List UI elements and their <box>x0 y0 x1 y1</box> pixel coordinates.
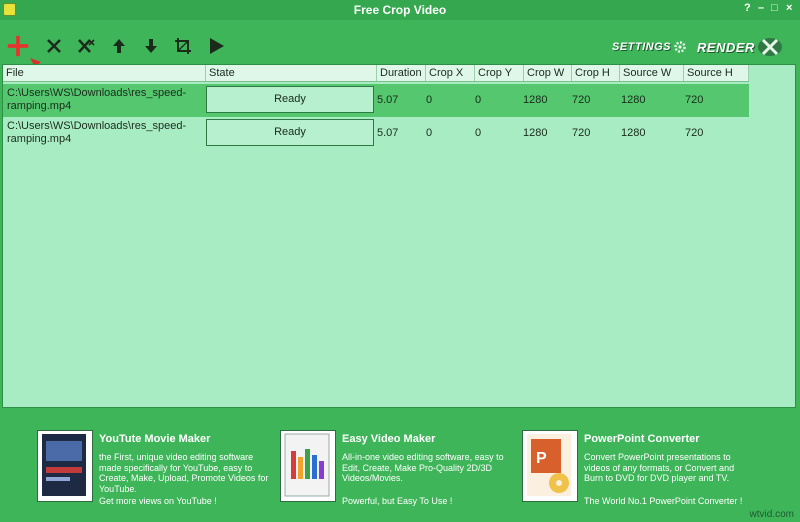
remove-all-icon <box>78 39 95 53</box>
promo-description: Convert PowerPoint presentations to vide… <box>584 452 735 483</box>
promo-title: YouTute Movie Maker <box>99 433 211 445</box>
duration-value: 5.07 <box>377 94 399 106</box>
close-button[interactable]: × <box>786 2 792 14</box>
remove-icon <box>47 39 61 53</box>
header-state[interactable]: State <box>206 65 377 81</box>
toolbar: SETTINGS RENDER <box>0 28 800 64</box>
settings-button[interactable]: SETTINGS <box>612 34 687 60</box>
maximize-button[interactable]: □ <box>771 2 778 14</box>
table-row[interactable]: C:\Users\WS\Downloads\res_speed-ramping.… <box>3 117 749 150</box>
crop-w-value: 1280 <box>523 94 548 106</box>
promo-tagline: Get more views on YouTube ! <box>99 496 217 506</box>
duration-value: 5.07 <box>377 127 399 139</box>
move-down-icon <box>145 39 157 53</box>
product-box-image <box>280 430 336 502</box>
render-button[interactable]: RENDER <box>697 34 784 60</box>
promo-description: All-in-one video editing software, easy … <box>342 452 504 483</box>
promo-tagline: Powerful, but Easy To Use ! <box>342 496 453 506</box>
table-row[interactable]: C:\Users\WS\Downloads\res_speed-ramping.… <box>3 84 749 117</box>
window-title: Free Crop Video <box>353 3 447 17</box>
title-bar: Free Crop Video ? – □ × <box>0 0 800 20</box>
state-button[interactable]: Ready <box>206 86 374 113</box>
settings-label: SETTINGS <box>612 41 672 53</box>
header-crop-x[interactable]: Crop X <box>426 65 475 81</box>
state-button[interactable]: Ready <box>206 119 374 146</box>
help-button[interactable]: ? <box>744 2 751 14</box>
crop-icon <box>175 38 191 54</box>
header-crop-w[interactable]: Crop W <box>524 65 572 81</box>
grid-header: File State Duration Crop X Crop Y Crop W… <box>3 65 749 82</box>
crop-h-value: 720 <box>572 127 591 139</box>
render-x-icon <box>757 38 782 56</box>
header-duration[interactable]: Duration <box>377 65 426 81</box>
promo-description: the First, unique video editing software… <box>99 452 269 494</box>
crop-x-value: 0 <box>426 127 433 139</box>
source-h-value: 720 <box>685 127 704 139</box>
file-path: C:\Users\WS\Downloads\res_speed-ramping.… <box>7 120 187 145</box>
promo-area: YouTute Movie Maker the First, unique vi… <box>0 410 800 522</box>
source-w-value: 1280 <box>621 127 646 139</box>
source-w-value: 1280 <box>621 94 646 106</box>
promo-tagline: The World No.1 PowerPoint Converter ! <box>584 496 743 506</box>
crop-h-value: 720 <box>572 94 591 106</box>
svg-text:P: P <box>536 450 547 467</box>
promo-title: Easy Video Maker <box>342 433 436 445</box>
product-box-image: P <box>522 430 578 502</box>
remove-button[interactable] <box>42 34 66 58</box>
gear-icon <box>674 41 686 53</box>
crop-button[interactable] <box>171 34 195 58</box>
header-crop-h[interactable]: Crop H <box>572 65 620 81</box>
header-source-w[interactable]: Source W <box>620 65 684 81</box>
promo-easy-video-maker[interactable]: Easy Video Maker All-in-one video editin… <box>280 430 510 510</box>
promo-powerpoint-converter[interactable]: P PowerPoint Converter Convert PowerPoin… <box>522 430 752 510</box>
crop-y-value: 0 <box>475 127 482 139</box>
crop-y-value: 0 <box>475 94 482 106</box>
promo-youtute-movie-maker[interactable]: YouTute Movie Maker the First, unique vi… <box>37 430 269 510</box>
source-h-value: 720 <box>685 94 704 106</box>
move-down-button[interactable] <box>139 34 163 58</box>
move-up-button[interactable] <box>107 34 131 58</box>
move-up-icon <box>113 39 125 53</box>
play-icon <box>210 38 224 54</box>
header-crop-y[interactable]: Crop Y <box>475 65 524 81</box>
minimize-button[interactable]: – <box>758 2 764 14</box>
add-icon <box>7 35 29 57</box>
promo-title: PowerPoint Converter <box>584 433 700 445</box>
product-box-image <box>37 430 93 502</box>
file-path: C:\Users\WS\Downloads\res_speed-ramping.… <box>7 87 187 112</box>
header-file[interactable]: File <box>3 65 206 81</box>
remove-all-button[interactable] <box>75 34 99 58</box>
crop-x-value: 0 <box>426 94 433 106</box>
add-button[interactable] <box>6 34 30 58</box>
header-source-h[interactable]: Source H <box>684 65 749 81</box>
file-grid: File State Duration Crop X Crop Y Crop W… <box>2 64 796 408</box>
play-button[interactable] <box>204 34 228 58</box>
watermark: wtvid.com <box>749 509 794 520</box>
render-label: RENDER <box>697 39 755 55</box>
crop-w-value: 1280 <box>523 127 548 139</box>
